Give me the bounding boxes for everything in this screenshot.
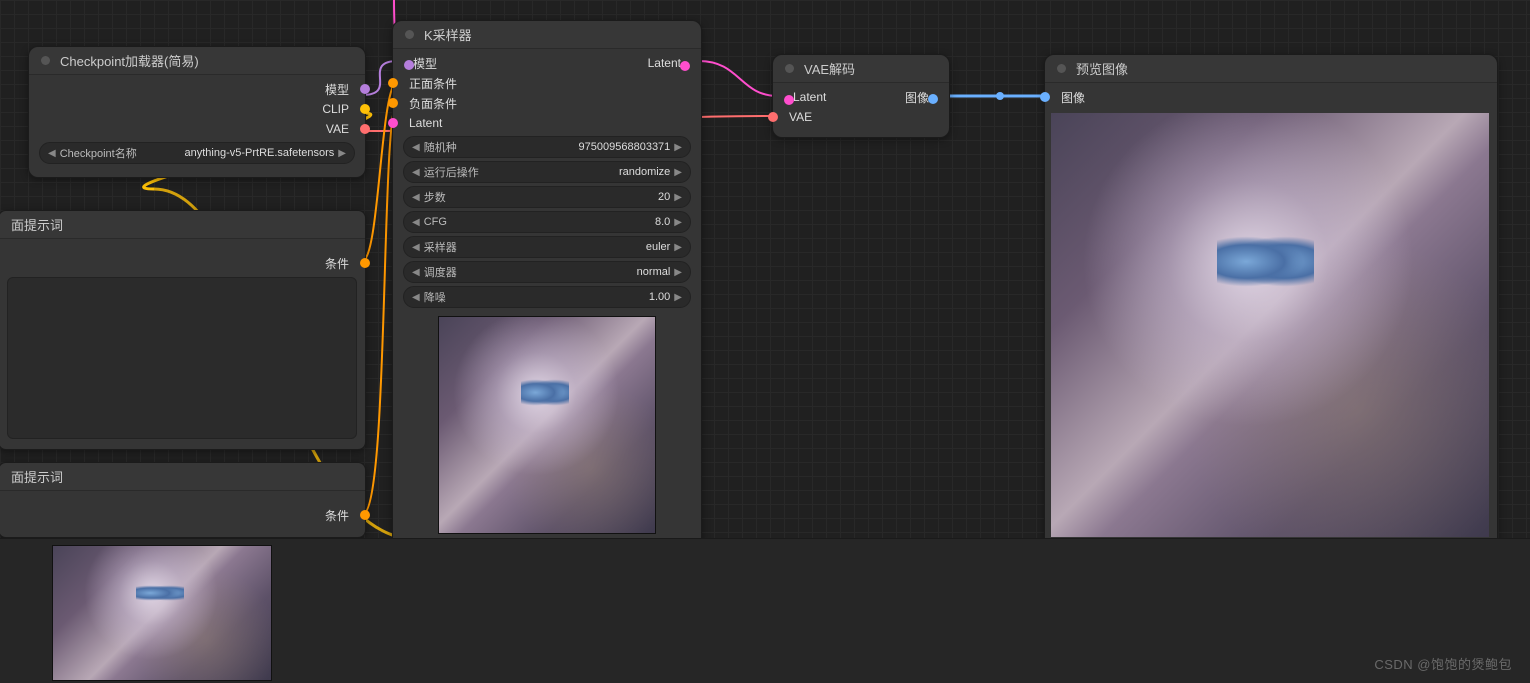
collapse-dot-icon[interactable]	[1057, 64, 1066, 73]
chevron-right-icon[interactable]: ▶	[674, 242, 682, 253]
node-header[interactable]: 面提示词	[0, 211, 365, 239]
node-title: Checkpoint加载器(简易)	[60, 51, 199, 70]
node-header[interactable]: 面提示词	[0, 463, 365, 491]
chevron-left-icon[interactable]: ◀	[48, 148, 56, 159]
param-cfg[interactable]: ◀CFG8.0▶	[403, 211, 691, 233]
node-vae-decode[interactable]: VAE解码 Latent 图像 VAE	[772, 54, 950, 138]
node-checkpoint-loader[interactable]: Checkpoint加载器(简易) 模型 CLIP VAE ◀ Checkpoi…	[28, 46, 366, 178]
output-label: Latent	[648, 56, 681, 70]
node-title: 面提示词	[11, 467, 63, 486]
input-label: 模型	[413, 57, 437, 71]
param-after-generate[interactable]: ◀运行后操作randomize▶	[403, 161, 691, 183]
collapse-dot-icon[interactable]	[785, 64, 794, 73]
node-ksampler[interactable]: K采样器 模型 Latent 正面条件 负面条件 Latent ◀随机种9750…	[392, 20, 702, 549]
chevron-left-icon[interactable]: ◀	[412, 142, 420, 153]
output-label: 条件	[325, 255, 349, 272]
chevron-right-icon[interactable]: ▶	[674, 267, 682, 278]
chevron-right-icon[interactable]: ▶	[674, 292, 682, 303]
node-positive-prompt[interactable]: 面提示词 条件	[0, 210, 366, 450]
port-latent-out[interactable]	[680, 61, 690, 71]
port-clip-out[interactable]	[360, 104, 370, 114]
param-denoise[interactable]: ◀降噪1.00▶	[403, 286, 691, 308]
port-cond-out[interactable]	[360, 510, 370, 520]
widget-label: Checkpoint名称	[60, 145, 137, 161]
node-header[interactable]: 预览图像	[1045, 55, 1497, 83]
node-title: K采样器	[424, 25, 472, 44]
chevron-right-icon[interactable]: ▶	[338, 148, 346, 159]
input-label: 负面条件	[409, 95, 457, 112]
input-label: VAE	[789, 110, 812, 124]
chevron-right-icon[interactable]: ▶	[674, 142, 682, 153]
input-label: Latent	[409, 116, 442, 130]
output-label: 图像	[905, 91, 929, 105]
output-label: VAE	[326, 122, 349, 136]
input-label: 正面条件	[409, 75, 457, 92]
param-sampler[interactable]: ◀采样器euler▶	[403, 236, 691, 258]
chevron-left-icon[interactable]: ◀	[412, 217, 420, 228]
chevron-left-icon[interactable]: ◀	[412, 292, 420, 303]
port-positive-in[interactable]	[388, 78, 398, 88]
port-latent-in[interactable]	[388, 118, 398, 128]
port-negative-in[interactable]	[388, 98, 398, 108]
chevron-left-icon[interactable]: ◀	[412, 192, 420, 203]
chevron-right-icon[interactable]: ▶	[674, 167, 682, 178]
node-title: 面提示词	[11, 215, 63, 234]
chevron-right-icon[interactable]: ▶	[674, 192, 682, 203]
collapse-dot-icon[interactable]	[405, 30, 414, 39]
prompt-textarea[interactable]	[7, 277, 357, 439]
watermark-text: CSDN @饱饱的煲鲍包	[1374, 654, 1512, 673]
port-image-in[interactable]	[1040, 92, 1050, 102]
chevron-left-icon[interactable]: ◀	[412, 167, 420, 178]
node-header[interactable]: VAE解码	[773, 55, 949, 83]
chevron-right-icon[interactable]: ▶	[674, 217, 682, 228]
output-label: 条件	[325, 507, 349, 524]
param-steps[interactable]: ◀步数20▶	[403, 186, 691, 208]
collapse-dot-icon[interactable]	[41, 56, 50, 65]
node-preview-image[interactable]: 预览图像 图像	[1044, 54, 1498, 554]
port-image-out[interactable]	[928, 94, 938, 104]
output-label: 模型	[325, 81, 349, 98]
port-model-out[interactable]	[360, 84, 370, 94]
ksampler-preview-image	[438, 316, 656, 534]
checkpoint-name-selector[interactable]: ◀ Checkpoint名称 anything-v5-PrtRE.safeten…	[39, 142, 355, 164]
port-cond-out[interactable]	[360, 258, 370, 268]
widget-value: anything-v5-PrtRE.safetensors	[137, 147, 335, 159]
param-seed[interactable]: ◀随机种975009568803371▶	[403, 136, 691, 158]
gallery-thumbnail[interactable]	[52, 545, 272, 681]
input-label: Latent	[793, 90, 826, 104]
param-scheduler[interactable]: ◀调度器normal▶	[403, 261, 691, 283]
node-title: VAE解码	[804, 59, 855, 78]
input-label: 图像	[1061, 89, 1085, 106]
port-model-in[interactable]	[404, 60, 414, 70]
port-latent-in[interactable]	[784, 95, 794, 105]
node-header[interactable]: K采样器	[393, 21, 701, 49]
preview-output-image[interactable]	[1051, 113, 1489, 537]
chevron-left-icon[interactable]: ◀	[412, 242, 420, 253]
node-negative-prompt[interactable]: 面提示词 条件	[0, 462, 366, 538]
output-label: CLIP	[322, 102, 349, 116]
port-vae-out[interactable]	[360, 124, 370, 134]
port-vae-in[interactable]	[768, 112, 778, 122]
node-header[interactable]: Checkpoint加载器(简易)	[29, 47, 365, 75]
node-title: 预览图像	[1076, 59, 1128, 78]
chevron-left-icon[interactable]: ◀	[412, 267, 420, 278]
